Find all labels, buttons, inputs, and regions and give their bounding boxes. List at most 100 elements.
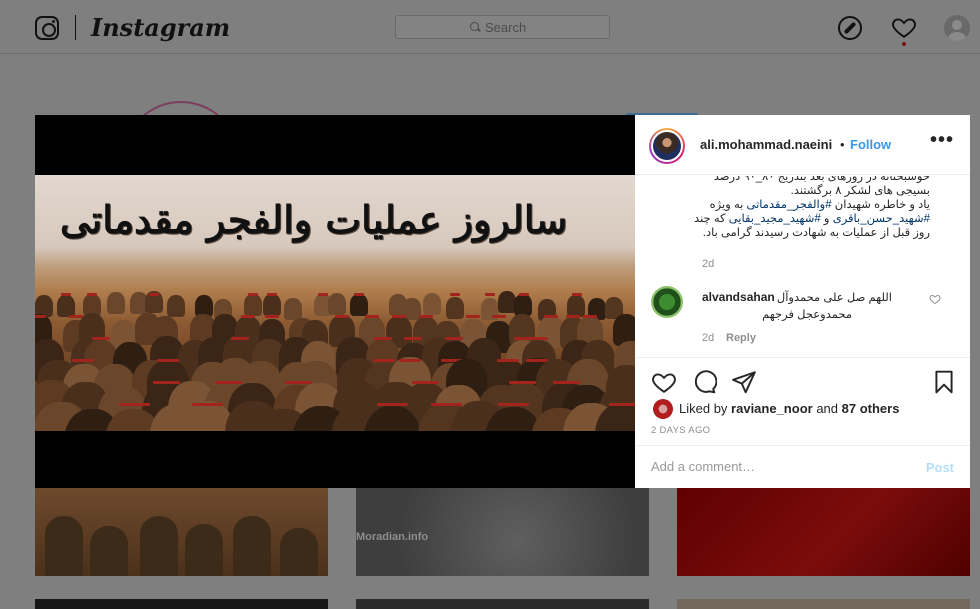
headband-mark (373, 359, 395, 362)
headband-mark (354, 293, 364, 296)
add-comment-input[interactable] (651, 459, 901, 474)
headband-mark (374, 337, 392, 340)
post-media[interactable]: سالروز عملیات والفجر مقدماتی (35, 115, 635, 488)
caption-text: و (820, 213, 833, 225)
crowd-figure (107, 292, 125, 314)
grid-thumbnail[interactable] (35, 488, 328, 576)
comment-text: اللهم صل علی محمدوآل (776, 292, 892, 304)
crowd-figure (167, 295, 185, 317)
comment-username[interactable]: alvandsahan (702, 290, 775, 304)
comment-time[interactable]: 2d (702, 332, 714, 344)
headband-mark (519, 293, 529, 296)
caption-text: یاد و خاطره شهیدان (831, 199, 930, 211)
search-icon (470, 22, 479, 31)
headband-mark (404, 337, 422, 340)
headband-mark (497, 359, 519, 362)
hashtag-link[interactable]: #شهید_حسن_باقری (833, 213, 930, 225)
caption-line: #شهید_حسن_باقری و #شهید_مجید_بقایی که چن… (640, 212, 930, 226)
headband-mark (466, 315, 480, 318)
headband-mark (445, 337, 463, 340)
comment-bubble-icon[interactable] (691, 369, 717, 395)
liker-username[interactable]: raviane_noor (731, 401, 813, 416)
caption-line: یاد و خاطره شهیدان #والفجر_مقدماتی به وی… (640, 198, 930, 212)
likes-prefix: Liked by (679, 401, 732, 416)
comments-section[interactable]: خوشبختانه در روزهای بعد بتدریج ۸۰_۹۰ درص… (635, 176, 970, 358)
post-actions (635, 366, 970, 394)
headband-mark (248, 293, 258, 296)
reply-button[interactable]: Reply (726, 332, 756, 344)
headband-mark (498, 403, 529, 406)
activity-heart-icon[interactable] (891, 14, 917, 40)
caption-text: به ویژه (709, 199, 747, 211)
liker-avatar[interactable] (653, 399, 673, 419)
comment-text: محمدوعجل فرجهم (762, 309, 852, 321)
headband-mark (392, 315, 406, 318)
grid-thumbnail[interactable] (677, 599, 970, 609)
headband-mark (119, 403, 150, 406)
post-comment-button[interactable]: Post (926, 460, 954, 475)
explore-compass-icon[interactable] (838, 16, 862, 40)
caption-line: خوشبختانه در روزهای بعد بتدریج ۸۰_۹۰ درص… (713, 176, 930, 183)
headband-mark (318, 293, 328, 296)
save-bookmark-icon[interactable] (931, 369, 957, 395)
hashtag-link[interactable]: #والفجر_مقدماتی (747, 199, 832, 211)
crowd-figure (284, 298, 302, 320)
headband-mark (241, 315, 255, 318)
headband-mark (157, 359, 179, 362)
likes-others-count[interactable]: 87 others (842, 401, 900, 416)
crowd-figure (446, 297, 464, 319)
grid-thumbnail[interactable]: Moradian.info (356, 488, 649, 576)
crowd-figure (514, 294, 532, 316)
headband-mark (35, 315, 46, 318)
follow-button[interactable]: Follow (850, 137, 891, 152)
headband-mark (399, 359, 421, 362)
separator-dot: • (840, 137, 845, 152)
crowd-figure (57, 295, 75, 317)
instagram-logo-icon[interactable] (35, 16, 59, 40)
like-heart-icon[interactable] (651, 369, 677, 395)
post-video-frame[interactable]: سالروز عملیات والفجر مقدماتی (35, 175, 635, 431)
grid-thumbnail[interactable] (356, 599, 649, 609)
headband-mark (431, 403, 462, 406)
crowd-figure (567, 295, 585, 317)
commenter-avatar[interactable] (651, 286, 683, 318)
headband-mark (609, 403, 635, 406)
headband-mark (365, 315, 379, 318)
headband-mark (61, 293, 71, 296)
share-direct-icon[interactable] (731, 369, 757, 395)
search-placeholder: Search (485, 20, 527, 35)
hashtag-link[interactable]: #شهید_مجید_بقایی (729, 213, 821, 225)
headband-mark (215, 381, 242, 384)
headband-mark (149, 293, 159, 296)
headband-mark (485, 293, 495, 296)
headband-mark (335, 315, 349, 318)
grid-thumbnail[interactable] (35, 599, 328, 609)
headband-mark (572, 293, 582, 296)
headband-mark (87, 293, 97, 296)
caption-line: روز قبل از عملیات به شهادت رسیدند گرامی … (702, 227, 930, 239)
profile-avatar-icon[interactable] (944, 15, 970, 41)
headband-mark (419, 315, 433, 318)
headband-mark (267, 293, 277, 296)
headband-mark (72, 359, 94, 362)
post-timestamp[interactable]: 2 DAYS AGO (651, 425, 710, 436)
headband-mark (285, 381, 312, 384)
top-navigation-bar: Instagram Search (0, 0, 980, 54)
logo-divider (75, 15, 76, 40)
comment-like-heart-icon[interactable] (929, 293, 941, 305)
headband-mark (492, 315, 506, 318)
caption-time[interactable]: 2d (702, 258, 714, 270)
headband-mark (153, 381, 180, 384)
headband-mark (583, 315, 597, 318)
grid-thumbnail[interactable] (677, 488, 970, 576)
crowd-figure (423, 293, 441, 315)
post-caption: خوشبختانه در روزهای بعد بتدریج ۸۰_۹۰ درص… (640, 176, 930, 240)
crowd-figure (263, 294, 281, 316)
author-avatar[interactable] (649, 128, 685, 164)
headband-mark (377, 403, 408, 406)
brand-wordmark[interactable]: Instagram (91, 13, 230, 42)
likes-summary[interactable]: Liked by raviane_noor and 87 others (679, 401, 899, 416)
more-options-icon[interactable]: ••• (930, 129, 954, 152)
author-username[interactable]: ali.mohammad.naeini (700, 137, 832, 152)
notification-dot (902, 42, 906, 46)
